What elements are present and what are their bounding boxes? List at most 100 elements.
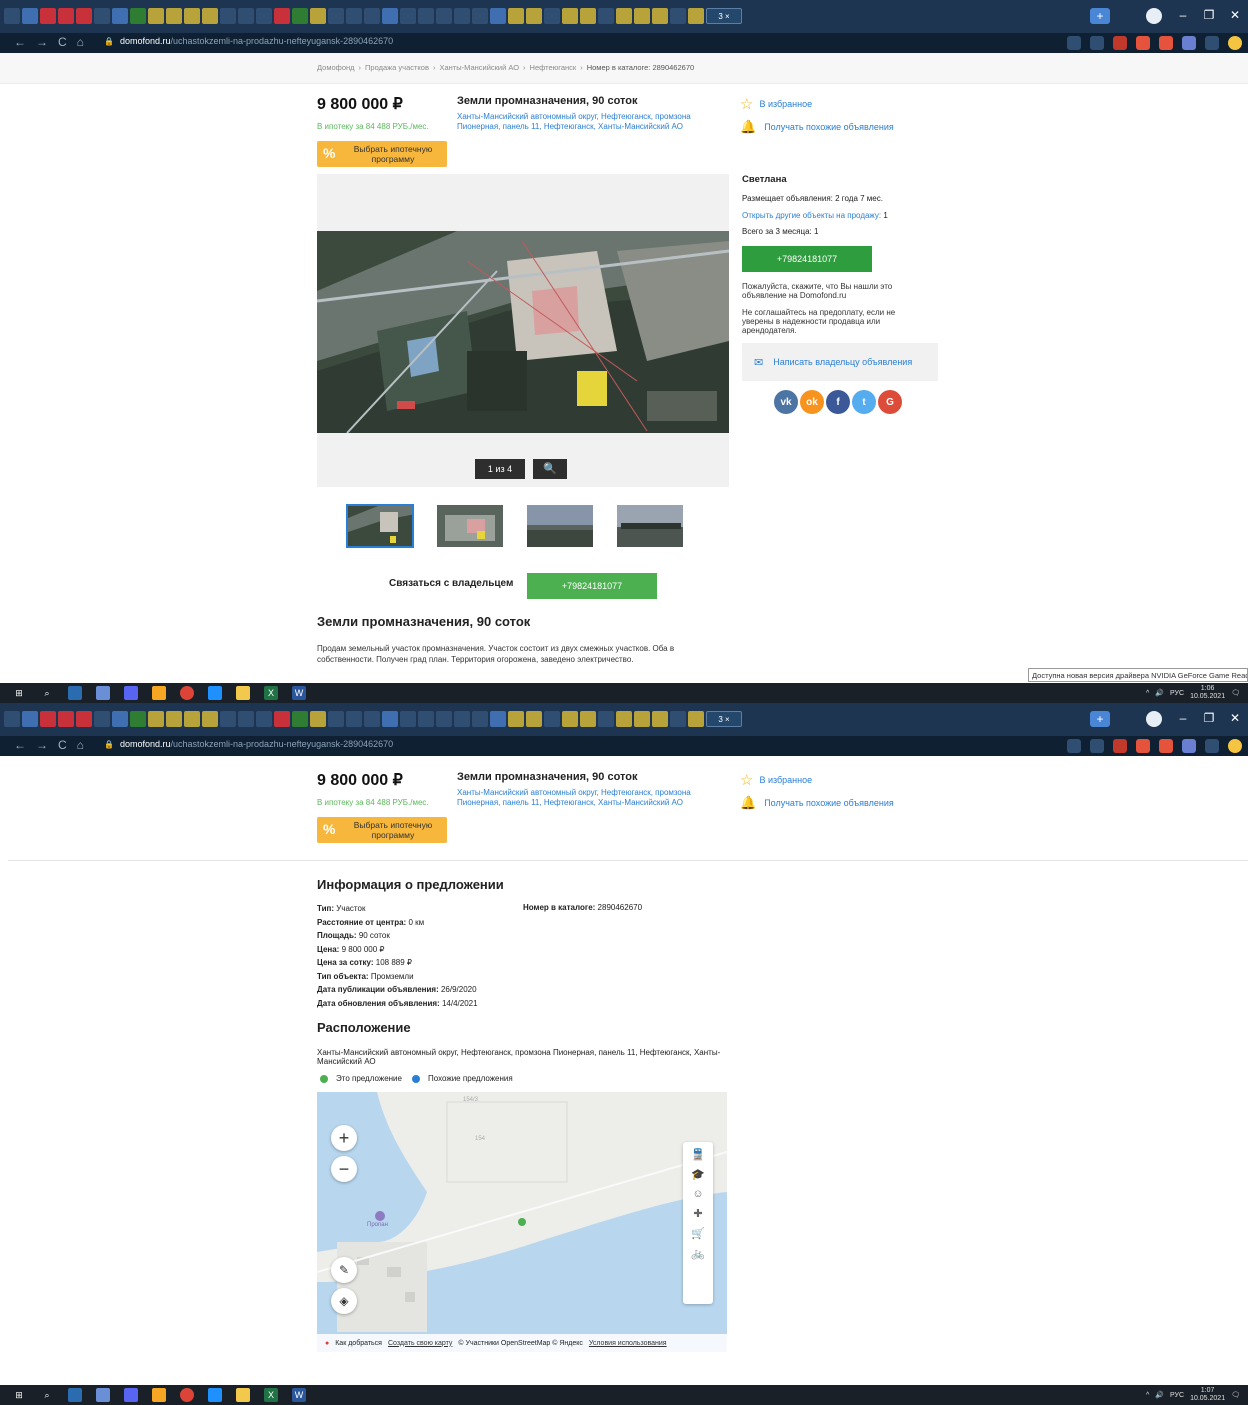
tab[interactable] [652,8,668,24]
tab[interactable] [76,711,92,727]
thumbnail[interactable] [616,504,684,548]
app-icon[interactable] [152,686,166,700]
listing-photo[interactable] [317,231,729,433]
tab[interactable] [400,8,416,24]
zoom-icon[interactable]: 🔍 [533,459,567,479]
tab[interactable] [256,711,272,727]
tab[interactable] [382,711,398,727]
tab[interactable] [454,711,470,727]
tab[interactable] [238,711,254,727]
listing-address[interactable]: Ханты-Мансийский автономный округ, Нефте… [457,112,717,132]
bicycle-icon[interactable]: 🚲 [691,1247,705,1260]
school-icon[interactable]: 🎓 [691,1168,705,1181]
volume-icon[interactable]: 🔊 [1155,689,1164,697]
contact-phone-button[interactable]: +79824181077 [527,573,657,599]
tab[interactable] [508,8,524,24]
favorite-link[interactable]: ☆ В избранное [740,771,812,789]
steam-icon[interactable] [68,1388,82,1402]
avatar[interactable] [1228,739,1242,753]
shield-icon[interactable] [1182,739,1196,753]
chevron-up-icon[interactable]: ^ [1146,690,1149,697]
search-icon[interactable]: ⌕ [40,686,54,700]
tab[interactable] [418,711,434,727]
discord-icon[interactable] [124,686,138,700]
chevron-up-icon[interactable]: ^ [1146,1392,1149,1399]
tab[interactable] [166,711,182,727]
tab[interactable] [544,711,560,727]
tab[interactable] [580,8,596,24]
twitter-icon[interactable]: t [852,390,876,414]
extension-icon[interactable] [1113,36,1127,50]
notification-icon[interactable]: 🗨 [1231,1391,1240,1399]
folder-icon[interactable] [236,686,250,700]
vk-icon[interactable]: vk [774,390,798,414]
tab[interactable] [490,711,506,727]
restore-button[interactable]: ❐ [1196,707,1222,729]
ok-icon[interactable]: ok [800,390,824,414]
app-icon[interactable] [208,686,222,700]
volume-icon[interactable]: 🔊 [1155,1391,1164,1399]
tab[interactable] [400,711,416,727]
word-icon[interactable]: W [292,1388,306,1402]
extension-icon[interactable] [1136,36,1150,50]
google-icon[interactable]: G [878,390,902,414]
tab[interactable] [220,711,236,727]
steam-icon[interactable] [68,686,82,700]
tab[interactable] [292,8,308,24]
extension-icon[interactable] [1159,36,1173,50]
tab[interactable] [40,8,56,24]
tab[interactable] [22,8,38,24]
terms-link[interactable]: Условия использования [589,1340,667,1347]
tab[interactable] [292,711,308,727]
nvidia-notification[interactable]: Доступна новая версия драйвера NVIDIA Ge… [1028,668,1248,682]
tab[interactable] [526,711,542,727]
hospital-icon[interactable]: ✚ [693,1207,702,1220]
restore-button[interactable]: ❐ [1196,4,1222,26]
directions-link[interactable]: Как добраться [335,1340,382,1347]
tab[interactable] [364,8,380,24]
zoom-in-button[interactable]: + [331,1125,357,1151]
url-field[interactable]: 🔒 domofond.ru/uchastokzemli-na-prodazhu-n… [104,739,393,749]
star-icon[interactable] [1090,36,1104,50]
keyboard-language[interactable]: РУС [1170,690,1184,697]
kindergarten-icon[interactable]: ☺ [692,1188,703,1200]
breadcrumb-item[interactable]: Домофонд [317,63,355,72]
tab[interactable] [472,8,488,24]
url-field[interactable]: 🔒 domofond.ru/uchastokzemli-na-prodazhu-n… [104,36,393,46]
chrome-icon[interactable] [180,686,194,700]
app-icon[interactable] [96,1388,110,1402]
back-icon[interactable]: ← [14,738,26,752]
tab[interactable] [148,8,164,24]
favorite-link[interactable]: ☆ В избранное [740,95,812,113]
write-owner-button[interactable]: ✉ Написать владельцу объявления [742,343,938,381]
tab[interactable] [4,8,20,24]
extension-icon[interactable] [1159,739,1173,753]
tab[interactable] [202,711,218,727]
tab[interactable] [310,8,326,24]
tab[interactable] [526,8,542,24]
tab[interactable] [112,711,128,727]
tab[interactable] [256,8,272,24]
tab[interactable] [418,8,434,24]
tab[interactable] [58,8,74,24]
tab[interactable] [616,711,632,727]
profile-icon[interactable] [1146,8,1162,24]
tab[interactable] [202,8,218,24]
excel-icon[interactable]: X [264,1388,278,1402]
create-map-link[interactable]: Создать свою карту [388,1340,452,1347]
breadcrumb-item[interactable]: Продажа участков [365,63,429,72]
close-button[interactable]: ✕ [1222,707,1248,729]
zoom-out-button[interactable]: − [331,1156,357,1182]
tab[interactable] [166,8,182,24]
tab[interactable] [490,8,506,24]
thumbnail[interactable] [436,504,504,548]
tab[interactable] [130,8,146,24]
mortgage-program-button[interactable]: % Выбрать ипотечную программу [317,817,447,843]
puzzle-icon[interactable] [1205,739,1219,753]
tab[interactable] [76,8,92,24]
listing-address[interactable]: Ханты-Мансийский автономный округ, Нефте… [457,788,717,808]
map[interactable]: Пропан 154/3 154 + − ✎ ◈ 🚆 🎓 ☺ ✚ 🛒 🚲 ● К… [317,1092,727,1352]
puzzle-icon[interactable] [1205,36,1219,50]
mortgage-program-button[interactable]: % Выбрать ипотечную программу [317,141,447,167]
minimize-button[interactable]: – [1170,4,1196,26]
